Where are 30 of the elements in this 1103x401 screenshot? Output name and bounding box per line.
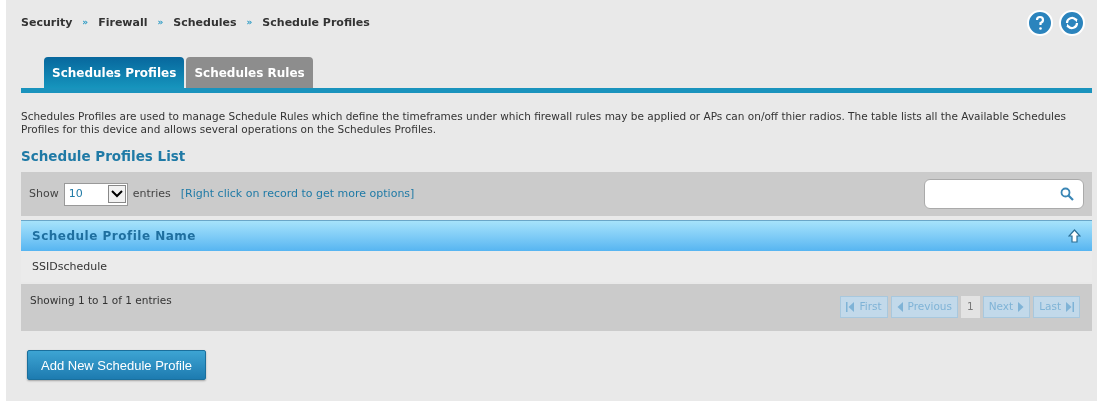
column-header[interactable]: Schedule Profile Name	[32, 227, 196, 246]
breadcrumb-item: Schedule Profiles	[262, 14, 370, 31]
breadcrumb-item[interactable]: Firewall	[98, 14, 148, 32]
page-size-select[interactable]: 10	[63, 182, 128, 206]
breadcrumb-separator: »	[246, 16, 253, 30]
search-field[interactable]	[924, 179, 1084, 210]
section-title: Schedule Profiles List	[21, 147, 187, 166]
tab[interactable]: Schedules Profiles	[44, 57, 185, 88]
page-number[interactable]: 1	[960, 296, 980, 319]
breadcrumb-item[interactable]: Schedules	[173, 14, 237, 32]
chevron-down-icon	[107, 185, 126, 204]
refresh-icon[interactable]	[1059, 10, 1085, 36]
breadcrumb-separator: »	[157, 16, 164, 30]
entries-info: Showing 1 to 1 of 1 entries	[30, 293, 172, 309]
breadcrumb-separator: »	[82, 16, 89, 30]
search-icon	[1060, 187, 1074, 202]
chevron-left-icon	[896, 302, 903, 313]
skip-back-icon	[846, 302, 855, 313]
sort-up-icon[interactable]	[1068, 229, 1081, 244]
add-profile-button[interactable]: Add New Schedule Profile	[27, 350, 207, 381]
chevron-right-icon	[1018, 302, 1025, 313]
show-label: Show	[29, 186, 59, 202]
breadcrumb-item[interactable]: Security	[21, 14, 73, 32]
help-icon[interactable]	[1027, 10, 1053, 36]
description-text: Schedules Profiles are used to manage Schedule Rules which define the timeframes under which firewall rules may be applied or APs can on/off thier radios. The table lists all the Available Schedules Profiles for this device and allows several operations on the Schedules Profiles.	[21, 110, 1067, 136]
table-cell[interactable]: SSIDschedule	[32, 258, 107, 275]
tab[interactable]: Schedules Rules	[186, 57, 313, 88]
entries-label: entries	[132, 186, 171, 202]
hint-text: [Right click on record to get more options]	[180, 186, 415, 202]
skip-forward-icon	[1066, 302, 1074, 313]
